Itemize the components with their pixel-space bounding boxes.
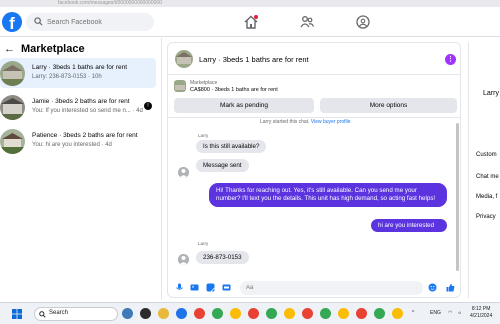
sidebar-header: ← Marketplace (4, 42, 85, 56)
chat-preview: You: hi are you interested · 4d (32, 142, 112, 148)
mark-pending-button[interactable]: Mark as pending (174, 98, 314, 113)
incoming-message: 236-873-0153 (196, 251, 249, 264)
message-thread: Larry started this chat. View buyer prof… (168, 119, 460, 277)
listing-summary: Marketplace CA$800 · 3beds 1 baths are f… (168, 76, 460, 118)
microphone-icon[interactable] (175, 283, 184, 292)
more-options-button[interactable]: More options (320, 98, 457, 113)
listing-source: Marketplace (190, 80, 218, 86)
taskbar-app-icon[interactable] (122, 308, 133, 319)
listing-avatar[interactable] (175, 50, 193, 68)
message-sender: Larry (198, 133, 209, 138)
outgoing-message: hi are you interested (371, 219, 447, 232)
facebook-logo[interactable]: f (2, 12, 22, 33)
top-navigation: f (0, 7, 500, 37)
chrome-icon[interactable] (230, 308, 241, 319)
listing-description[interactable]: CA$800 · 3beds 1 baths are for rent (190, 87, 278, 93)
photo-icon[interactable] (190, 283, 199, 292)
message-sender: Larry (198, 241, 209, 246)
windows-start-icon[interactable] (12, 309, 22, 319)
message-scrollbar[interactable] (456, 123, 459, 271)
thumbs-up-icon[interactable] (446, 283, 455, 292)
taskbar-app-icon[interactable] (176, 308, 187, 319)
message-input[interactable] (240, 281, 423, 295)
search-icon (34, 17, 43, 26)
system-clock[interactable]: 8:12 PM 4/21/2024 (470, 306, 492, 320)
details-item-media[interactable]: Media, f (476, 194, 497, 200)
search-box[interactable] (26, 13, 154, 31)
taskbar-search[interactable]: Search (34, 307, 118, 321)
chrome-icon[interactable] (266, 308, 277, 319)
more-options-icon[interactable]: ⋮ (445, 54, 456, 65)
chat-preview: You: If you interested so send me n... ·… (32, 108, 143, 114)
conversation-details-panel: Larry Custom Chat me Media, f Privacy (468, 42, 500, 298)
chat-title: Jamie · 3beds 2 baths are for rent (32, 98, 130, 105)
conversation-header: Larry · 3beds 1 baths are for rent ⋮ (168, 43, 460, 75)
chat-title: Patience · 3beds 2 baths are for rent (32, 132, 138, 139)
message-composer (168, 277, 460, 297)
chrome-icon[interactable] (374, 308, 385, 319)
sender-avatar[interactable] (178, 254, 189, 265)
browser-address-bar[interactable]: facebook.com/messages/t/0000000000000000 (0, 0, 500, 7)
friends-icon[interactable] (299, 14, 315, 30)
incoming-message: Is this still available? (196, 140, 267, 153)
listing-thumbnail[interactable] (174, 80, 186, 92)
conversation-panel: Larry · 3beds 1 baths are for rent ⋮ Mar… (167, 42, 461, 298)
search-input[interactable] (47, 16, 147, 28)
notification-dot (254, 15, 258, 19)
windows-taskbar: Search ^ ENG ◠ ◃ 8:12 PM 4/21/2024 (0, 302, 500, 324)
emoji-icon[interactable] (428, 283, 437, 292)
system-note: Larry started this chat. View buyer prof… (260, 119, 351, 125)
chrome-icon[interactable] (302, 308, 313, 319)
outgoing-message: Hi! Thanks for reaching out. Yes, it's s… (209, 183, 447, 207)
taskbar-search-label: Search (49, 310, 69, 316)
chrome-icon[interactable] (284, 308, 295, 319)
gif-icon[interactable] (222, 283, 231, 292)
listing-thumbnail (0, 129, 25, 154)
listing-thumbnail (0, 61, 25, 86)
groups-icon[interactable] (355, 14, 371, 30)
back-arrow-icon[interactable]: ← (4, 43, 15, 55)
sticker-icon[interactable] (206, 283, 215, 292)
details-item-chat-members[interactable]: Chat me (476, 174, 499, 180)
chat-list-item[interactable]: Larry · 3beds 1 baths are for rent Larry… (0, 58, 156, 88)
chrome-icon[interactable] (248, 308, 259, 319)
details-item-privacy[interactable]: Privacy (476, 214, 496, 220)
incoming-message: Message sent (196, 159, 249, 172)
wifi-icon[interactable]: ◠ (448, 310, 452, 316)
url-text: facebook.com/messages/t/0000000000000000 (58, 0, 162, 6)
sidebar-title: Marketplace (21, 43, 85, 55)
listing-thumbnail (0, 95, 25, 120)
chat-preview: Larry: 236-873-0153 · 10h (32, 74, 102, 80)
contact-name: Larry (483, 90, 499, 97)
taskbar-app-icon[interactable] (158, 308, 169, 319)
chrome-icon[interactable] (338, 308, 349, 319)
chrome-icon[interactable] (356, 308, 367, 319)
chrome-icon[interactable] (194, 308, 205, 319)
search-icon (39, 311, 46, 318)
chat-list-item[interactable]: Jamie · 3beds 2 baths are for rent You: … (0, 92, 156, 122)
taskbar-app-icon[interactable] (140, 308, 151, 319)
view-buyer-profile-link[interactable]: View buyer profile (311, 119, 351, 125)
chat-title: Larry · 3beds 1 baths are for rent (32, 64, 128, 71)
marketplace-sidebar: ← Marketplace Larry · 3beds 1 baths are … (0, 38, 162, 300)
language-indicator[interactable]: ENG (430, 310, 441, 316)
chrome-icon[interactable] (212, 308, 223, 319)
chrome-icon[interactable] (320, 308, 331, 319)
sender-avatar[interactable] (178, 167, 189, 178)
clock-time: 8:12 PM (471, 306, 491, 312)
volume-icon[interactable]: ◃ (458, 310, 461, 316)
conversation-title[interactable]: Larry · 3beds 1 baths are for rent (199, 55, 309, 64)
chrome-icon[interactable] (392, 308, 403, 319)
chat-list-item[interactable]: Patience · 3beds 2 baths are for rent Yo… (0, 126, 156, 156)
details-item-customize[interactable]: Custom (476, 152, 497, 158)
clock-date: 4/21/2024 (470, 313, 493, 319)
tray-chevron-icon[interactable]: ^ (412, 310, 414, 316)
unread-indicator: ! (144, 102, 152, 110)
